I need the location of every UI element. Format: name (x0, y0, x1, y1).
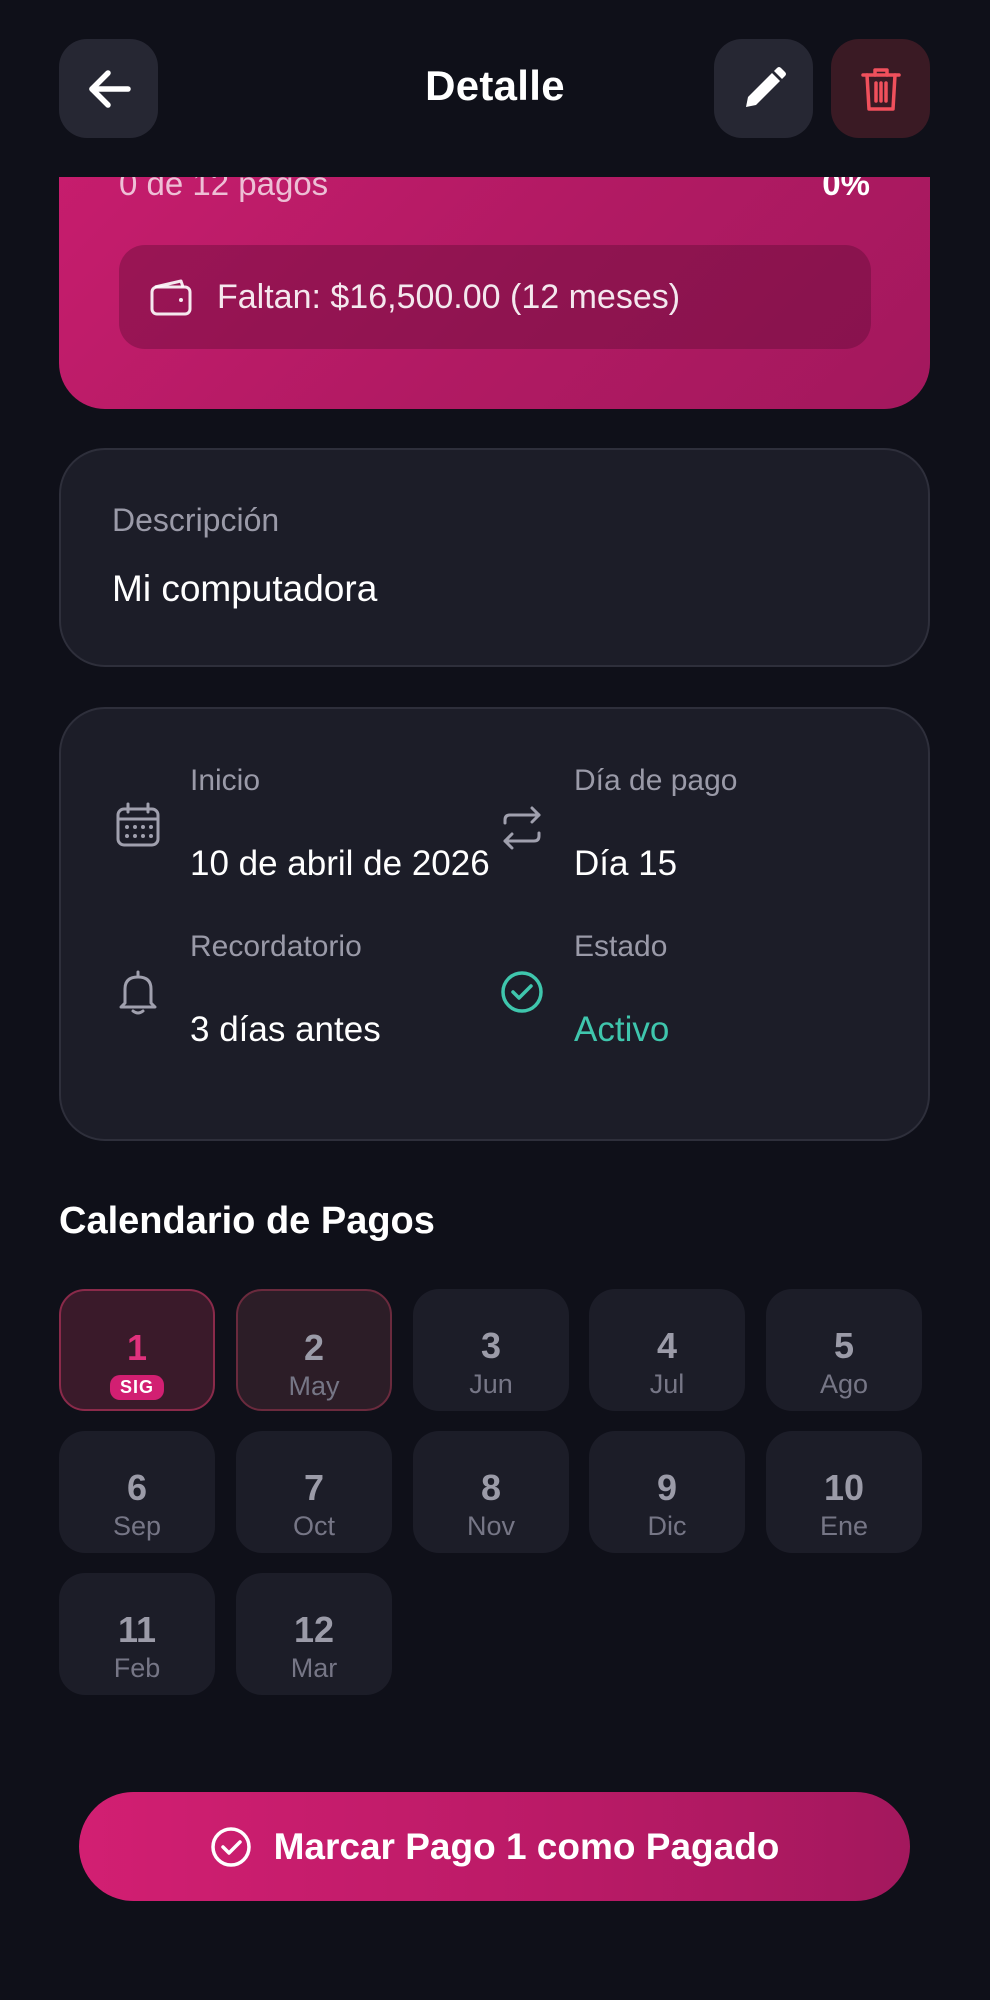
calendar-payment-6[interactable]: 6 Sep (59, 1431, 215, 1553)
payment-detail-screen: 0 de 12 pagos 0% Faltan: $16,500.00 (12 … (0, 0, 990, 2000)
payment-number: 2 (303, 1327, 325, 1368)
payment-number: 6 (126, 1467, 148, 1508)
pay-day-value: Día 15 (574, 844, 678, 883)
calendar-payment-10[interactable]: 10 Ene (766, 1431, 922, 1553)
calendar-icon (116, 802, 160, 847)
check-circle-icon (501, 971, 543, 1013)
payment-number: 10 (823, 1467, 865, 1508)
bell-icon (119, 970, 157, 1015)
payment-month: Feb (113, 1653, 161, 1683)
status-value: Activo (574, 1010, 670, 1049)
payment-number: 12 (293, 1609, 335, 1650)
payment-number: 5 (833, 1325, 855, 1366)
trash-icon (860, 67, 901, 111)
payment-number: 4 (656, 1325, 678, 1366)
start-date-label: Inicio (190, 764, 261, 797)
start-date-value: 10 de abril de 2026 (190, 844, 490, 883)
mark-paid-button[interactable]: Marcar Pago 1 como Pagado (79, 1792, 910, 1901)
delete-button[interactable] (831, 39, 930, 138)
payment-number: 7 (303, 1467, 325, 1508)
payment-calendar-title: Calendario de Pagos (59, 1200, 435, 1242)
calendar-payment-11[interactable]: 11 Feb (59, 1573, 215, 1695)
description-label: Descripción (112, 502, 280, 538)
status-label: Estado (574, 930, 668, 963)
payment-month: Ago (819, 1369, 869, 1399)
edit-button[interactable] (714, 39, 813, 138)
calendar-payment-8[interactable]: 8 Nov (413, 1431, 569, 1553)
payment-info-card: Inicio 10 de abril de 2026 Día de pago D… (59, 707, 930, 1141)
reminder-label: Recordatorio (190, 930, 362, 963)
payment-month: Dic (647, 1511, 687, 1541)
reminder-value: 3 días antes (190, 1010, 381, 1049)
calendar-payment-9[interactable]: 9 Dic (589, 1431, 745, 1553)
payment-month: Nov (466, 1511, 515, 1541)
payment-month: Mar (290, 1653, 338, 1683)
calendar-payment-4[interactable]: 4 Jul (589, 1289, 745, 1411)
remaining-amount-text: Faltan: $16,500.00 (12 meses) (217, 277, 681, 316)
remaining-amount-box: Faltan: $16,500.00 (12 meses) (119, 245, 871, 349)
payment-month: Jul (649, 1369, 685, 1399)
calendar-payment-1[interactable]: 1 SIG (59, 1289, 215, 1411)
mark-paid-label: Marcar Pago 1 como Pagado (273, 1825, 780, 1867)
pay-day-label: Día de pago (574, 764, 738, 797)
payment-number: 9 (656, 1467, 678, 1508)
calendar-payment-7[interactable]: 7 Oct (236, 1431, 392, 1553)
payment-month: May (288, 1371, 340, 1401)
wallet-icon (150, 279, 192, 316)
payment-month: Jun (469, 1369, 513, 1399)
repeat-icon (503, 806, 541, 850)
payment-month: Sep (112, 1511, 162, 1541)
payment-number: 3 (480, 1325, 502, 1366)
payment-number: 8 (480, 1467, 502, 1508)
description-card: Descripción Mi computadora (59, 448, 930, 667)
payment-month: Ene (819, 1511, 869, 1541)
payment-month: Oct (292, 1511, 335, 1541)
calendar-payment-5[interactable]: 5 Ago (766, 1289, 922, 1411)
top-bar: Detalle (0, 0, 990, 177)
description-value: Mi computadora (112, 568, 378, 609)
calendar-payment-2[interactable]: 2 May (236, 1289, 392, 1411)
payment-number: 11 (117, 1609, 157, 1650)
calendar-payment-12[interactable]: 12 Mar (236, 1573, 392, 1695)
check-circle-icon (210, 1826, 251, 1867)
payment-number: 1 (126, 1327, 148, 1368)
calendar-payment-3[interactable]: 3 Jun (413, 1289, 569, 1411)
next-payment-badge: SIG (109, 1375, 165, 1400)
pencil-icon (745, 66, 786, 107)
